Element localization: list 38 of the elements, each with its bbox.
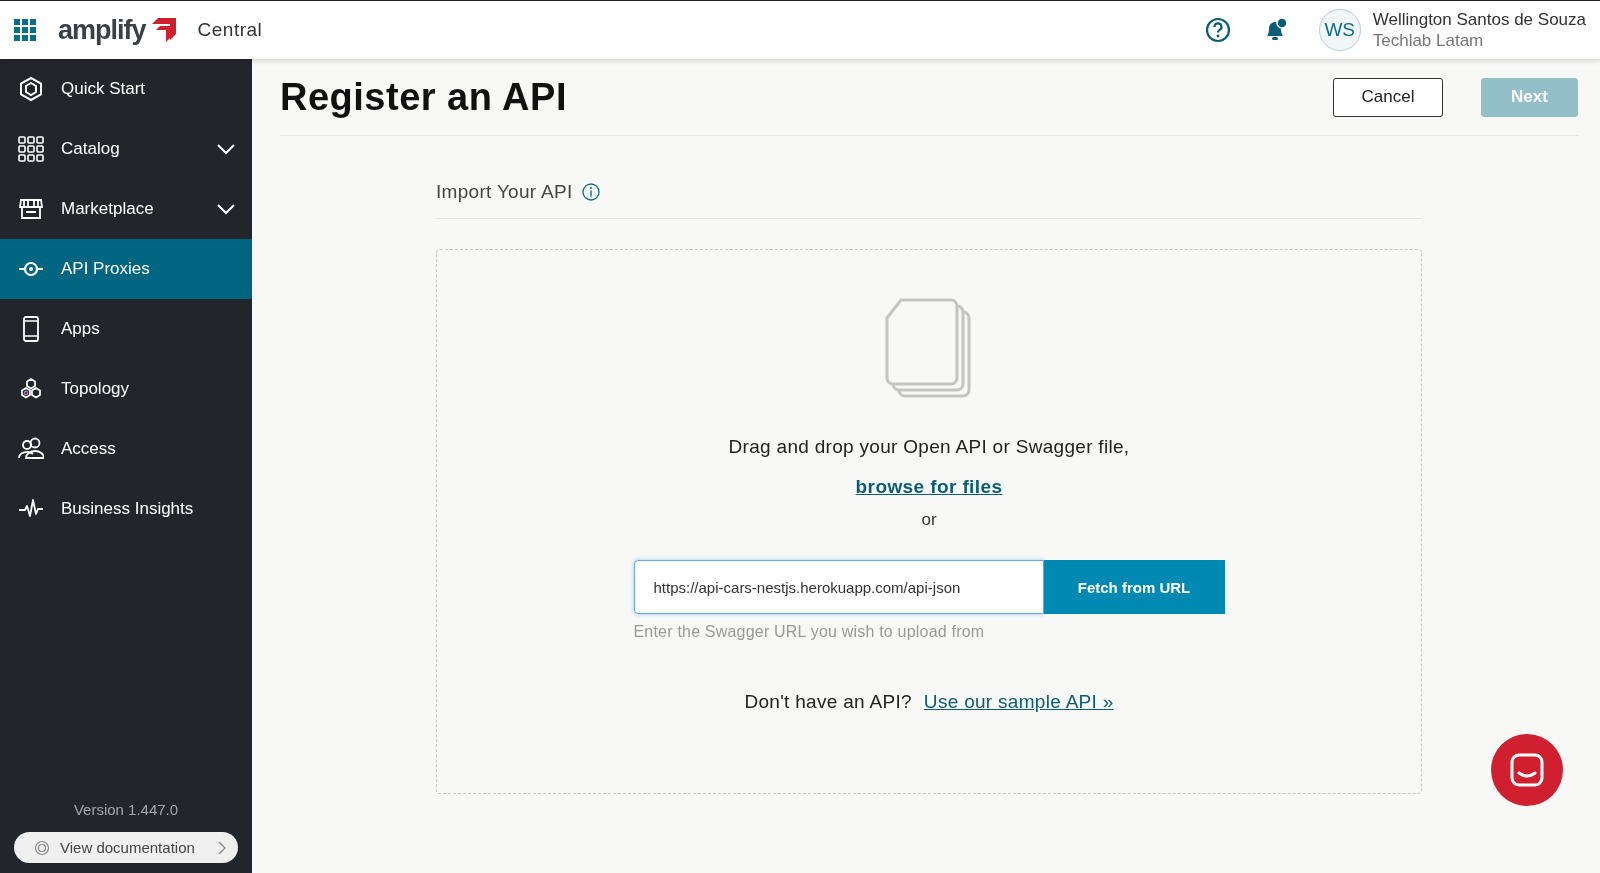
help-icon[interactable] — [1204, 17, 1231, 43]
hexagon-icon — [18, 76, 44, 102]
product-name: Central — [197, 19, 263, 41]
nav-item[interactable]: Quick Start — [0, 59, 252, 119]
logo-text: amplify — [58, 14, 146, 46]
url-field[interactable]: https://api-cars-nestjs.herokuapp.com/api-json — [633, 560, 1044, 614]
sample-api-link[interactable]: Use our sample API » — [923, 691, 1114, 713]
documents-icon — [885, 298, 973, 400]
nav-item[interactable]: Apps — [0, 299, 252, 359]
browse-link[interactable]: browse for files — [855, 476, 1003, 498]
apps-grid-icon — [14, 19, 36, 41]
fetch-button[interactable]: Fetch from URL — [1043, 560, 1225, 614]
chevron-right-icon — [218, 840, 226, 855]
user-avatar[interactable]: WS — [1318, 9, 1361, 51]
nav-item[interactable]: Marketplace — [0, 179, 252, 239]
organization-name: Techlab Latam — [1372, 30, 1485, 51]
grid-icon — [18, 136, 44, 162]
people-icon — [18, 436, 44, 462]
page-title: Register an API — [280, 75, 568, 119]
storefront-icon — [18, 196, 44, 222]
drop-zone[interactable] — [436, 249, 1422, 794]
nav-item[interactable]: API Proxies — [0, 239, 252, 299]
helper-text: Enter the Swagger URL you wish to upload from — [633, 623, 986, 641]
version-text: Version 1.447.0 — [73, 801, 179, 818]
nav-item[interactable]: Catalog — [0, 119, 252, 179]
drop-prompt: Drag and drop your Open API or Swagger file, — [728, 436, 1130, 458]
nav-item[interactable]: Access — [0, 419, 252, 479]
user-name: Wellington Santos de Souza — [1372, 9, 1586, 30]
cancel-button[interactable]: Cancel — [1333, 77, 1443, 117]
or-text: or — [921, 510, 937, 530]
info-icon — [581, 183, 600, 201]
nav-item[interactable]: Business Insights — [0, 479, 252, 539]
view-documentation-button[interactable]: View documentation — [14, 832, 238, 863]
section-title: Import Your API — [436, 181, 573, 203]
chat-icon — [1510, 753, 1544, 787]
nav-item[interactable]: Topology — [0, 359, 252, 419]
sample-prompt: Don't have an API? — [744, 691, 912, 713]
lifebuoy-icon — [34, 839, 50, 856]
